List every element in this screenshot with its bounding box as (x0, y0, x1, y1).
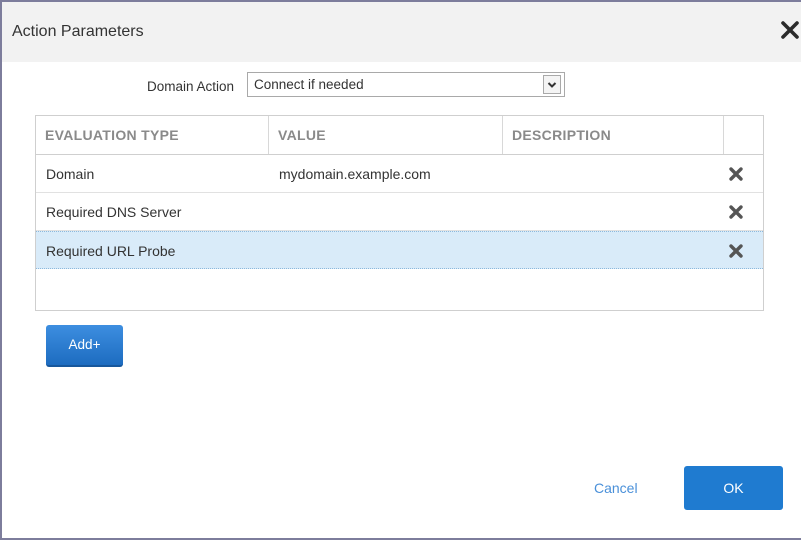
column-header-evaluation-type[interactable]: EVALUATION TYPE (36, 116, 269, 154)
domain-action-value: Connect if needed (254, 77, 364, 92)
dropdown-button[interactable] (543, 75, 561, 94)
dialog-titlebar: Action Parameters (2, 2, 801, 62)
chevron-down-icon (547, 82, 557, 88)
table-row-selected[interactable]: Required URL Probe (36, 231, 763, 269)
column-header-description[interactable]: DESCRIPTION (503, 116, 724, 154)
close-icon[interactable] (778, 18, 801, 42)
table-row[interactable]: Required DNS Server (36, 193, 763, 231)
cell-evaluation-type: Required URL Probe (46, 243, 176, 259)
domain-action-label: Domain Action (146, 79, 234, 94)
delete-icon[interactable] (728, 204, 744, 220)
column-header-value[interactable]: VALUE (269, 116, 503, 154)
table-row[interactable]: Domain mydomain.example.com (36, 155, 763, 193)
dialog-title: Action Parameters (12, 23, 144, 40)
ok-button[interactable]: OK (684, 466, 783, 510)
delete-icon[interactable] (728, 166, 744, 182)
cancel-button[interactable]: Cancel (594, 480, 638, 496)
cell-evaluation-type: Domain (46, 166, 95, 182)
cell-evaluation-type: Required DNS Server (46, 204, 182, 220)
add-button[interactable]: Add+ (46, 325, 123, 367)
cell-value: mydomain.example.com (279, 166, 431, 182)
table-header: EVALUATION TYPE VALUE DESCRIPTION (36, 116, 763, 155)
domain-action-select[interactable]: Connect if needed (247, 72, 565, 97)
delete-icon[interactable] (728, 243, 744, 259)
column-header-actions (724, 116, 763, 154)
action-parameters-dialog: Action Parameters Domain Action Connect … (0, 0, 801, 540)
evaluation-table: EVALUATION TYPE VALUE DESCRIPTION Domain… (35, 115, 764, 311)
